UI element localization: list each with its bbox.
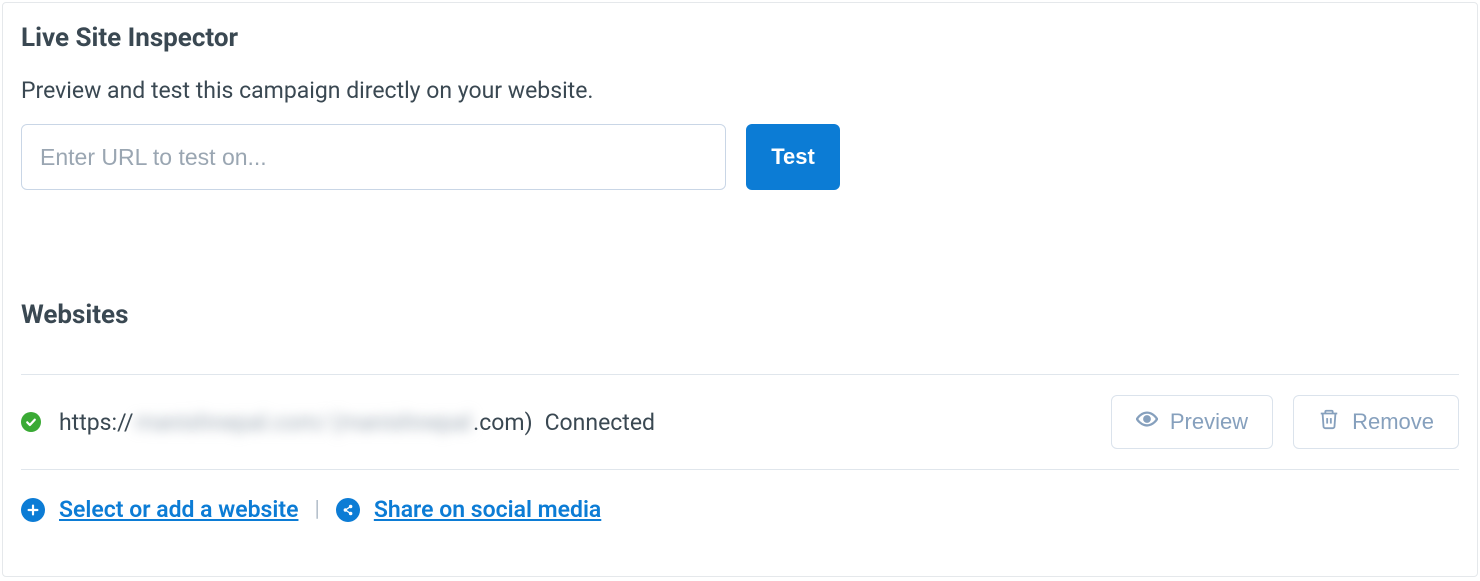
vertical-divider: | <box>314 497 319 522</box>
websites-title: Websites <box>21 300 1459 330</box>
test-button[interactable]: Test <box>746 124 840 190</box>
add-website-link[interactable]: Select or add a website <box>59 496 298 523</box>
remove-button[interactable]: Remove <box>1293 395 1459 449</box>
panel: Live Site Inspector Preview and test thi… <box>2 2 1478 577</box>
site-prefix: https:// <box>59 409 134 436</box>
share-link[interactable]: Share on social media <box>374 496 601 523</box>
check-circle-icon <box>21 412 41 432</box>
preview-label: Preview <box>1170 409 1248 435</box>
remove-label: Remove <box>1352 409 1434 435</box>
share-link-group: Share on social media <box>336 496 601 523</box>
site-suffix: .com) <box>473 409 532 436</box>
site-url: https:// manishnepal.com/ (manishnepal .… <box>59 409 655 436</box>
eye-icon <box>1136 408 1158 436</box>
links-row: Select or add a website | Share on socia… <box>21 470 1459 523</box>
inspector-title: Live Site Inspector <box>21 23 1459 53</box>
inspector-subtitle: Preview and test this campaign directly … <box>21 77 1459 104</box>
url-row: Test <box>21 124 1459 190</box>
preview-button[interactable]: Preview <box>1111 395 1273 449</box>
site-status: Connected <box>545 409 655 436</box>
url-input[interactable] <box>21 124 726 190</box>
share-circle-icon <box>336 498 360 522</box>
website-actions: Preview Remove <box>1111 395 1459 449</box>
website-row: https:// manishnepal.com/ (manishnepal .… <box>21 375 1459 469</box>
website-info: https:// manishnepal.com/ (manishnepal .… <box>21 409 655 436</box>
add-website-link-group: Select or add a website <box>21 496 298 523</box>
trash-icon <box>1318 408 1340 436</box>
site-obscured-2: (manishnepal <box>332 409 471 436</box>
plus-circle-icon <box>21 498 45 522</box>
site-obscured-1: manishnepal.com/ <box>136 409 328 436</box>
